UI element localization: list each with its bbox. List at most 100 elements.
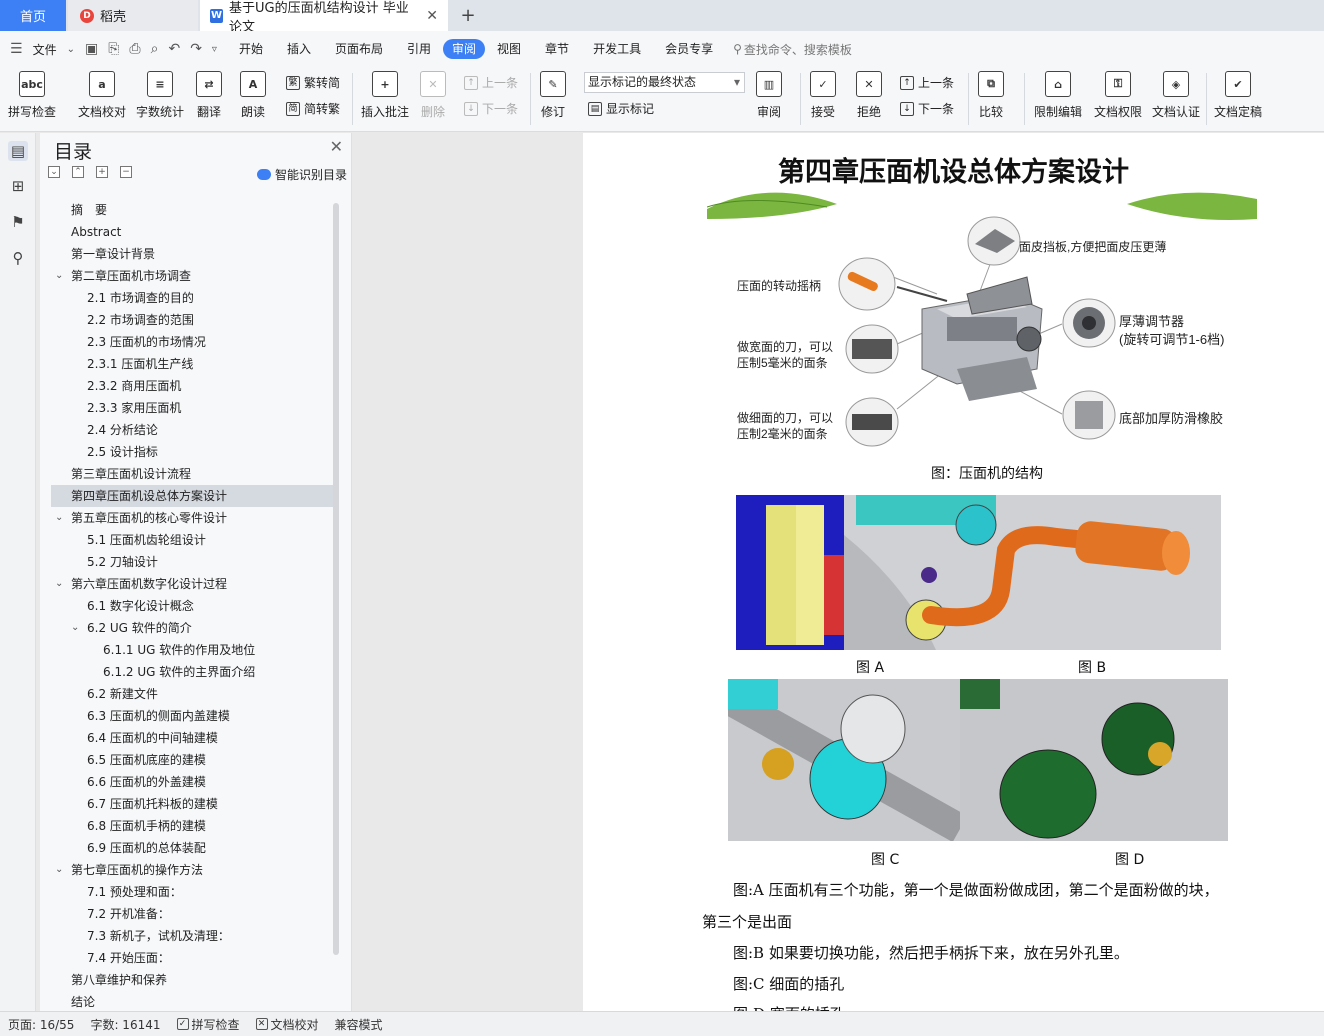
chevron-down-icon[interactable]: ⌄: [55, 859, 63, 881]
read-aloud-button[interactable]: A 朗读: [240, 71, 266, 120]
spell-check-button[interactable]: abc 拼写检查: [8, 71, 56, 120]
menu-tab-2[interactable]: 页面布局: [323, 39, 395, 59]
toc-item[interactable]: ⌄ 第六章压面机数字化设计过程: [51, 573, 333, 595]
file-menu[interactable]: 文件: [33, 41, 57, 58]
customize-icon[interactable]: ▿: [212, 44, 217, 55]
prev-change-button[interactable]: ↑ 上一条: [900, 74, 954, 91]
toc-item[interactable]: 6.4 压面机的中间轴建模: [51, 727, 333, 749]
command-search[interactable]: 查找命令、搜索模板: [744, 41, 852, 58]
menu-tab-4[interactable]: 审阅: [443, 39, 486, 59]
remove-icon[interactable]: −: [120, 166, 132, 178]
compare-button[interactable]: ⧉ 比较: [978, 71, 1004, 120]
bookmark-icon[interactable]: ⚑: [8, 212, 28, 232]
trad-to-simp-button[interactable]: 繁繁转简: [286, 74, 340, 91]
toc-item[interactable]: 6.9 压面机的总体装配: [51, 837, 333, 859]
status-proofread[interactable]: ✕ 文档校对: [248, 1016, 327, 1033]
toc-item[interactable]: 2.4 分析结论: [51, 419, 333, 441]
review-pane-button[interactable]: ▥ 审阅: [756, 71, 782, 120]
menu-tab-5[interactable]: 视图: [485, 39, 533, 59]
toc-item[interactable]: 2.3.2 商用压面机: [51, 375, 333, 397]
menu-tab-6[interactable]: 章节: [533, 39, 581, 59]
toc-item[interactable]: 摘 要: [51, 199, 333, 221]
menu-tab-8[interactable]: 会员专享: [653, 39, 725, 59]
toc-item[interactable]: 6.3 压面机的侧面内盖建模: [51, 705, 333, 727]
toc-item[interactable]: 2.3 压面机的市场情况: [51, 331, 333, 353]
toc-item[interactable]: 2.2 市场调查的范围: [51, 309, 333, 331]
menu-tab-1[interactable]: 插入: [275, 39, 323, 59]
reject-button[interactable]: ✕ 拒绝: [856, 71, 882, 120]
chevron-down-icon[interactable]: ⌄: [55, 573, 63, 595]
finalize-button[interactable]: ✔ 文档定稿: [1214, 71, 1262, 120]
toc-item[interactable]: 6.6 压面机的外盖建模: [51, 771, 333, 793]
status-spell-check[interactable]: ✓ 拼写检查: [169, 1016, 248, 1033]
toc-item[interactable]: 5.2 刀轴设计: [51, 551, 333, 573]
chevron-down-icon[interactable]: ⌄: [55, 265, 63, 287]
tab-document[interactable]: W 基于UG的压面机结构设计 毕业论文 ✕: [200, 0, 448, 35]
search-icon[interactable]: ⚲: [8, 248, 28, 268]
menu-tab-3[interactable]: 引用: [395, 39, 443, 59]
toc-scrollbar[interactable]: [333, 203, 339, 955]
toc-item[interactable]: 6.2 新建文件: [51, 683, 333, 705]
hamburger-icon[interactable]: ☰: [10, 41, 23, 57]
chevron-down-icon[interactable]: ⌄: [67, 44, 75, 55]
search-icon[interactable]: ⚲: [733, 42, 742, 56]
insert-comment-button[interactable]: + 插入批注: [361, 71, 409, 120]
print-preview-icon[interactable]: ⌕: [151, 41, 159, 57]
track-changes-button[interactable]: ✎ 修订: [540, 71, 566, 120]
toc-item[interactable]: 结论: [51, 991, 333, 1011]
word-count-indicator[interactable]: 字数: 16141: [82, 1016, 168, 1033]
toc-item[interactable]: 6.1.2 UG 软件的主界面介绍: [51, 661, 333, 683]
next-comment-button[interactable]: ↓ 下一条: [464, 100, 518, 117]
toc-item[interactable]: Abstract: [51, 221, 333, 243]
toc-item[interactable]: 第三章压面机设计流程: [51, 463, 333, 485]
prev-comment-button[interactable]: ↑ 上一条: [464, 74, 518, 91]
collapse-icon[interactable]: ⌄: [48, 166, 60, 178]
toc-item[interactable]: ⌄ 第二章压面机市场调查: [51, 265, 333, 287]
toc-item[interactable]: 第八章维护和保养: [51, 969, 333, 991]
navigation-icon[interactable]: ⊞: [8, 176, 28, 196]
menu-tab-0[interactable]: 开始: [227, 39, 275, 59]
save-icon[interactable]: ▣: [85, 41, 98, 57]
translate-button[interactable]: ⇄ 翻译: [196, 71, 222, 120]
proofread-button[interactable]: a 文档校对: [78, 71, 126, 120]
toc-item[interactable]: 2.5 设计指标: [51, 441, 333, 463]
toc-icon[interactable]: ▤: [8, 141, 28, 161]
word-count-button[interactable]: ≡ 字数统计: [136, 71, 184, 120]
toc-item[interactable]: 5.1 压面机齿轮组设计: [51, 529, 333, 551]
export-icon[interactable]: ⎘: [108, 41, 119, 57]
toc-item[interactable]: 2.3.1 压面机生产线: [51, 353, 333, 375]
document-page[interactable]: 第四章压面机设总体方案设计 面皮挡板,方便把面皮压更薄 压面的转动摇柄 做宽面的…: [583, 133, 1324, 1011]
expand-icon[interactable]: ⌃: [72, 166, 84, 178]
toc-item[interactable]: 6.5 压面机底座的建模: [51, 749, 333, 771]
redo-icon[interactable]: ↷: [190, 41, 202, 57]
toc-item[interactable]: 7.3 新机子，试机及清理：: [51, 925, 333, 947]
accept-button[interactable]: ✓ 接受: [810, 71, 836, 120]
next-change-button[interactable]: ↓ 下一条: [900, 100, 954, 117]
markup-state-select[interactable]: 显示标记的最终状态: [584, 72, 745, 93]
undo-icon[interactable]: ↶: [168, 41, 180, 57]
doc-permission-button[interactable]: ⚿ 文档权限: [1094, 71, 1142, 120]
toc-item[interactable]: 7.1 预处理和面：: [51, 881, 333, 903]
close-tab-icon[interactable]: ✕: [426, 8, 438, 24]
toc-item[interactable]: 2.1 市场调查的目的: [51, 287, 333, 309]
page-indicator[interactable]: 页面: 16/55: [0, 1016, 82, 1033]
toc-item[interactable]: 6.8 压面机手柄的建模: [51, 815, 333, 837]
doc-cert-button[interactable]: ◈ 文档认证: [1152, 71, 1200, 120]
toc-item[interactable]: 6.1 数字化设计概念: [51, 595, 333, 617]
chevron-down-icon[interactable]: ⌄: [55, 507, 63, 529]
toc-item[interactable]: 第一章设计背景: [51, 243, 333, 265]
print-icon[interactable]: ⎙: [129, 41, 140, 57]
add-icon[interactable]: +: [96, 166, 108, 178]
toc-item[interactable]: 6.1.1 UG 软件的作用及地位: [51, 639, 333, 661]
show-markup-button[interactable]: ▤ 显示标记: [588, 100, 654, 117]
smart-toc-button[interactable]: 智能识别目录: [256, 166, 347, 183]
toc-item[interactable]: ⌄ 第七章压面机的操作方法: [51, 859, 333, 881]
delete-comment-button[interactable]: ✕ 删除: [420, 71, 446, 120]
new-tab-button[interactable]: +: [458, 0, 478, 31]
toc-item[interactable]: 6.7 压面机托料板的建模: [51, 793, 333, 815]
close-icon[interactable]: ✕: [330, 137, 343, 156]
tab-daoke[interactable]: D 稻壳: [68, 0, 198, 31]
toc-item[interactable]: 2.3.3 家用压面机: [51, 397, 333, 419]
chevron-down-icon[interactable]: ⌄: [71, 617, 79, 639]
menu-tab-7[interactable]: 开发工具: [581, 39, 653, 59]
